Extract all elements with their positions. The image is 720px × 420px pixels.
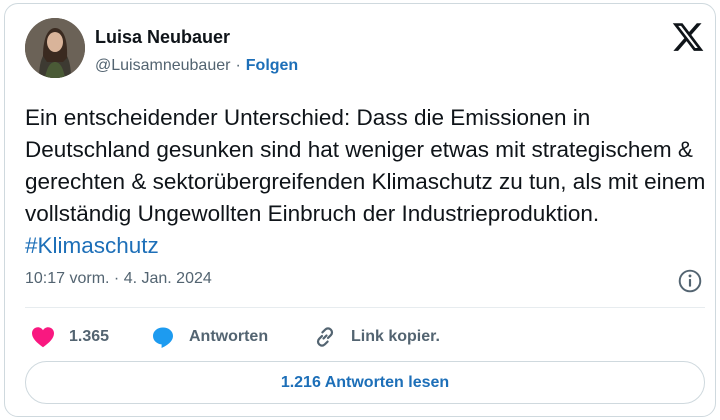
follow-button[interactable]: Folgen — [246, 57, 298, 74]
read-replies-button[interactable]: 1.216 Antworten lesen — [25, 361, 705, 404]
author-handle-row: @Luisamneubauer · Folgen — [95, 57, 298, 75]
separator: · — [235, 57, 241, 74]
speech-bubble-icon — [153, 327, 173, 348]
x-logo-icon[interactable] — [670, 20, 706, 54]
divider — [25, 307, 705, 308]
author-handle[interactable]: @Luisamneubauer — [95, 57, 230, 74]
tweet-text: Ein entscheidender Unterschied: Dass die… — [25, 102, 711, 262]
link-icon — [316, 327, 334, 347]
tweet-card: Luisa Neubauer @Luisamneubauer · Folgen Ei… — [4, 3, 716, 417]
hashtag-link[interactable]: #Klimaschutz — [25, 233, 159, 258]
read-replies-label: 1.216 Antworten lesen — [280, 373, 450, 391]
reply-label: Antworten — [189, 328, 269, 345]
tweet-body: Ein entscheidender Unterschied: Dass die… — [25, 105, 712, 226]
tweet-timestamp[interactable]: 10:17 vorm. · 4. Jan. 2024 — [25, 270, 212, 288]
reply-button[interactable]: Antworten — [151, 323, 268, 351]
avatar[interactable] — [25, 18, 85, 78]
like-count: 1.365 — [69, 328, 110, 345]
author-name[interactable]: Luisa Neubauer — [95, 27, 230, 48]
copy-link-button[interactable]: Link kopier. — [313, 323, 440, 351]
like-button[interactable]: 1.365 — [31, 323, 109, 351]
heart-icon — [32, 327, 54, 348]
copy-link-label: Link kopier. — [351, 328, 440, 345]
info-icon[interactable] — [677, 268, 703, 294]
